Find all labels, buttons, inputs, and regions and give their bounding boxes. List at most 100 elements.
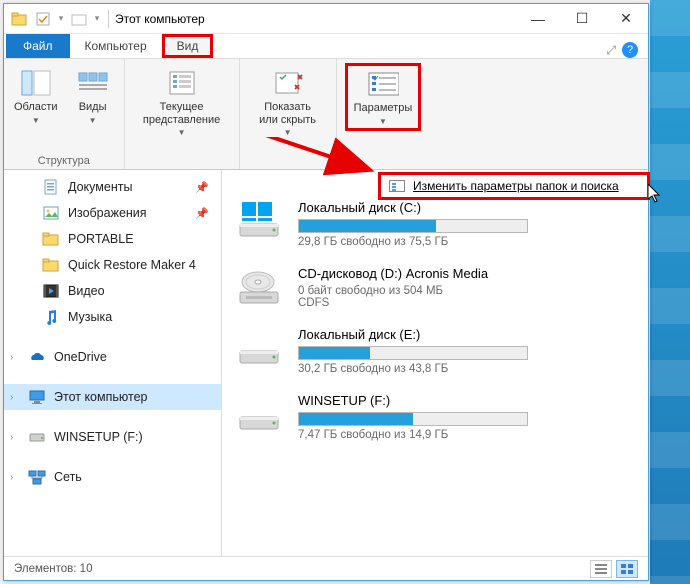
navigation-pane[interactable]: Документы 📌 Изображения📌 PORTABLE Quick Rest…	[4, 170, 222, 556]
sidebar-item-winsetup[interactable]: › WINSETUP (F:)	[4, 424, 221, 450]
tab-view[interactable]: Вид	[162, 34, 214, 58]
chevron-down-icon: ▼	[32, 116, 40, 125]
ribbon-tabs: Файл Компьютер Вид ⤢ ?	[4, 34, 648, 58]
views-button[interactable]: Виды ▼	[70, 63, 116, 129]
sidebar-item-network[interactable]: › Сеть	[4, 464, 221, 490]
panes-icon	[20, 67, 52, 99]
sidebar-item-label: Видео	[68, 284, 105, 298]
properties-icon[interactable]	[32, 8, 54, 30]
sidebar-item-label: Изображения	[68, 206, 147, 220]
drive-name: WINSETUP (F:)	[298, 393, 636, 408]
tiles-view-toggle[interactable]	[616, 560, 638, 578]
sidebar-item[interactable]: Документы 📌	[4, 174, 221, 200]
ribbon-group-showhide: Показать или скрыть ▼	[240, 59, 337, 169]
ribbon-group-structure: Области ▼ Виды ▼ Структура	[4, 59, 125, 169]
status-text: Элементов: 10	[14, 563, 92, 575]
drive-item[interactable]: WINSETUP (F:) 7,47 ГБ свободно из 14,9 ГБ	[236, 393, 636, 441]
chevron-right-icon[interactable]: ›	[10, 392, 13, 403]
options-dropdown-item[interactable]: Изменить параметры папок и поиска	[378, 172, 650, 200]
titlebar[interactable]: ▾ ▾ Этот компьютер — ☐ ✕	[4, 4, 648, 34]
sidebar-item[interactable]: Quick Restore Maker 4	[4, 252, 221, 278]
drive-icon	[236, 200, 284, 240]
drive-icon	[236, 327, 284, 367]
onedrive-icon	[28, 348, 46, 366]
options-button[interactable]: Параметры ▼	[345, 63, 422, 131]
status-bar: Элементов: 10	[4, 556, 648, 580]
close-button[interactable]: ✕	[604, 4, 648, 33]
drive-icon	[236, 393, 284, 433]
minimize-button[interactable]: —	[516, 4, 560, 33]
sidebar-item-onedrive[interactable]: › OneDrive	[4, 344, 221, 370]
images-icon	[42, 204, 60, 222]
maximize-button[interactable]: ☐	[560, 4, 604, 33]
current-view-button[interactable]: Текущее представление ▼	[133, 63, 231, 141]
show-hide-label: Показать или скрыть	[259, 101, 316, 126]
qat-dropdown2-icon[interactable]: ▾	[92, 13, 102, 24]
views-icon	[77, 67, 109, 99]
new-folder-icon[interactable]	[68, 8, 90, 30]
ribbon: Области ▼ Виды ▼ Структура Текущее предс…	[4, 58, 648, 170]
drive-usage-bar	[298, 412, 528, 426]
current-view-label: Текущее представление	[143, 101, 220, 126]
sidebar-item-thispc[interactable]: › Этот компьютер	[4, 384, 221, 410]
sidebar-item[interactable]: Видео	[4, 278, 221, 304]
content-pane[interactable]: Локальный диск (C:) 29,8 ГБ свободно из 7…	[222, 170, 648, 556]
folder-y-icon	[42, 230, 60, 248]
hdd-icon	[28, 428, 46, 446]
titlebar-separator	[108, 10, 109, 28]
sidebar-item[interactable]: PORTABLE	[4, 226, 221, 252]
sidebar-item[interactable]: Изображения📌	[4, 200, 221, 226]
drive-item[interactable]: CD-дисковод (D:) Acronis Media 0 байт сво…	[236, 266, 636, 309]
drive-name: Локальный диск (C:)	[298, 200, 636, 215]
explorer-window: ▾ ▾ Этот компьютер — ☐ ✕ Файл Компьютер …	[3, 3, 649, 581]
chevron-right-icon[interactable]: ›	[10, 432, 13, 443]
drive-item[interactable]: Локальный диск (E:) 30,2 ГБ свободно из 4…	[236, 327, 636, 375]
video-icon	[42, 282, 60, 300]
window-title: Этот компьютер	[115, 12, 516, 26]
qat-dropdown-icon[interactable]: ▾	[56, 13, 66, 24]
chevron-right-icon[interactable]: ›	[10, 472, 13, 483]
pin-icon: 📌	[195, 181, 209, 194]
tab-file[interactable]: Файл	[6, 34, 70, 58]
show-hide-button[interactable]: Показать или скрыть ▼	[248, 63, 328, 141]
show-hide-icon	[272, 67, 304, 99]
panes-button[interactable]: Области ▼	[12, 63, 60, 129]
panes-label: Области	[14, 101, 58, 114]
minimize-ribbon-icon[interactable]: ⤢	[606, 43, 616, 58]
ribbon-group-title: Структура	[38, 155, 90, 167]
sidebar-item-label: Документы	[68, 180, 132, 194]
folder-y-icon	[42, 256, 60, 274]
pc-icon	[28, 388, 46, 406]
help-icon[interactable]: ?	[622, 42, 638, 58]
drive-item[interactable]: Локальный диск (C:) 29,8 ГБ свободно из 7…	[236, 200, 636, 248]
options-icon	[367, 68, 399, 100]
explorer-body: Документы 📌 Изображения📌 PORTABLE Quick Rest…	[4, 170, 648, 556]
sidebar-item-label: WINSETUP (F:)	[54, 430, 143, 444]
chevron-down-icon: ▼	[178, 128, 186, 137]
chevron-down-icon: ▼	[379, 117, 387, 126]
dropdown-text: Изменить параметры папок и поиска	[413, 179, 619, 193]
chevron-down-icon: ▼	[284, 128, 292, 137]
details-view-toggle[interactable]	[590, 560, 612, 578]
drive-free-space: 0 байт свободно из 504 МБ	[298, 285, 636, 297]
tab-computer[interactable]: Компьютер	[70, 34, 162, 58]
drive-free-space: 7,47 ГБ свободно из 14,9 ГБ	[298, 429, 636, 441]
quick-access-toolbar: ▾ ▾	[8, 8, 102, 30]
sidebar-item-label: OneDrive	[54, 350, 107, 364]
drive-name: Локальный диск (E:)	[298, 327, 636, 342]
drive-usage-bar	[298, 219, 528, 233]
sidebar-item-label: PORTABLE	[68, 232, 134, 246]
sidebar-item-label: Сеть	[54, 470, 82, 484]
drive-usage-bar	[298, 346, 528, 360]
sidebar-item[interactable]: Музыка	[4, 304, 221, 330]
window-controls: — ☐ ✕	[516, 4, 648, 33]
options-label: Параметры	[354, 102, 413, 115]
drive-free-space: 29,8 ГБ свободно из 75,5 ГБ	[298, 236, 636, 248]
folder-icon[interactable]	[8, 8, 30, 30]
drive-fs: CDFS	[298, 297, 636, 309]
sidebar-item-label: Этот компьютер	[54, 390, 147, 404]
drive-free-space: 30,2 ГБ свободно из 43,8 ГБ	[298, 363, 636, 375]
drive-name: CD-дисковод (D:) Acronis Media	[298, 266, 636, 281]
desktop-background	[650, 0, 690, 584]
chevron-right-icon[interactable]: ›	[10, 352, 13, 363]
